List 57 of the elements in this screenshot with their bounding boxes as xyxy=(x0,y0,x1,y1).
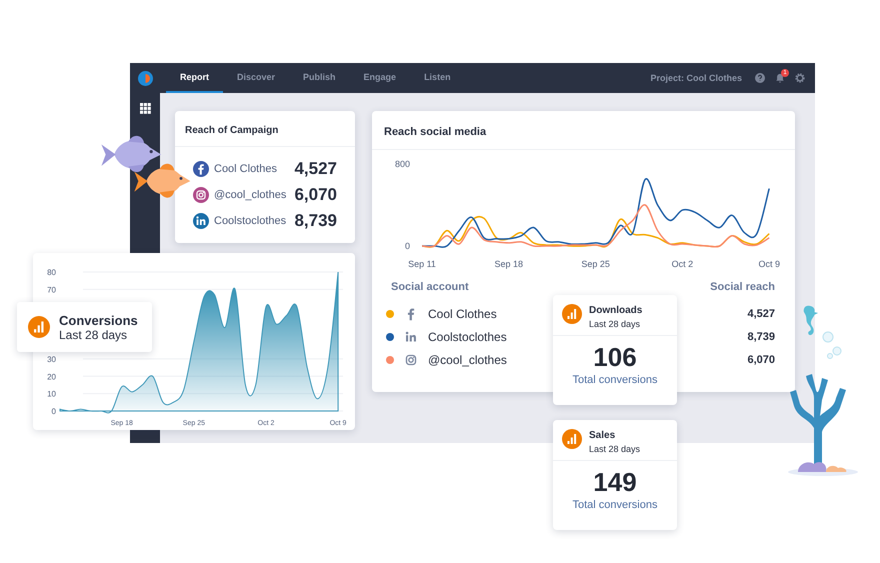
card-title: Sales xyxy=(589,430,616,440)
stat-value: 149 xyxy=(593,467,637,497)
reach-value: 4,527 xyxy=(294,159,337,179)
card-subtitle: Last 28 days xyxy=(589,444,640,454)
account-name: Cool Clothes xyxy=(428,306,497,320)
axis-tick-label: Oct 2 xyxy=(672,259,694,269)
bubbles-drawing xyxy=(822,330,842,360)
account-name: @cool_clothes xyxy=(214,189,286,201)
chart-icon xyxy=(562,304,582,324)
stat-value: 106 xyxy=(593,342,637,372)
stat-caption: Total conversions xyxy=(572,499,658,511)
axis-tick-label: 0 xyxy=(404,241,410,251)
card-subtitle: Last 28 days xyxy=(59,328,128,342)
apps-grid-icon[interactable] xyxy=(140,103,150,114)
project-name: Project: Cool Clothes xyxy=(650,73,742,83)
column-header: Social reach xyxy=(710,281,775,293)
reach-value: 6,070 xyxy=(747,354,775,366)
linkedin-icon xyxy=(193,213,209,229)
axis-tick-label: 30 xyxy=(47,354,56,364)
axis-tick-label: 80 xyxy=(47,268,56,277)
nav-tab[interactable]: Listen xyxy=(410,63,465,93)
reach-value: 8,739 xyxy=(294,211,337,231)
account-name: Cool Clothes xyxy=(214,163,277,175)
nav-tab[interactable]: Publish xyxy=(289,63,350,93)
axis-tick-label: Sep 25 xyxy=(581,259,610,269)
settings-icon[interactable] xyxy=(795,73,805,83)
axis-tick-label: Sep 18 xyxy=(494,259,524,269)
axis-tick-label: Sep 11 xyxy=(408,259,436,269)
logo-icon[interactable] xyxy=(138,70,152,86)
axis-tick-label: 20 xyxy=(47,372,56,382)
axis-tick-label: Oct 9 xyxy=(758,259,780,269)
facebook-icon xyxy=(193,161,209,177)
account-name: Coolstoclothes xyxy=(428,330,507,344)
card-title: Reach of Campaign xyxy=(175,111,355,147)
bell-icon[interactable] xyxy=(775,73,785,83)
column-header: Social account xyxy=(391,281,469,293)
instagram-icon xyxy=(193,187,209,203)
chart-icon xyxy=(28,316,50,338)
axis-tick-label: 10 xyxy=(47,390,56,399)
chart-icon xyxy=(562,429,582,449)
help-icon[interactable] xyxy=(755,73,765,83)
account-name: @cool_clothes xyxy=(428,352,507,366)
nav-tab[interactable]: Discover xyxy=(223,63,290,93)
reach-value: 6,070 xyxy=(294,185,337,205)
card-subtitle: Last 28 days xyxy=(589,318,642,328)
account-name: Coolstoclothes xyxy=(214,215,286,227)
axis-tick-label: 800 xyxy=(394,159,410,169)
reach-value: 4,527 xyxy=(747,308,775,320)
nav-tab[interactable]: Engage xyxy=(350,63,410,93)
axis-tick-label: 70 xyxy=(47,285,56,294)
stat-caption: Total conversions xyxy=(572,374,658,386)
axis-tick-label: 0 xyxy=(52,407,56,416)
card-title: Downloads xyxy=(589,304,642,316)
card-title: Conversions xyxy=(59,312,138,328)
nav-tab[interactable]: Report xyxy=(166,63,223,93)
reach-value: 8,739 xyxy=(747,330,775,342)
card-title: Reach social media xyxy=(372,111,795,150)
